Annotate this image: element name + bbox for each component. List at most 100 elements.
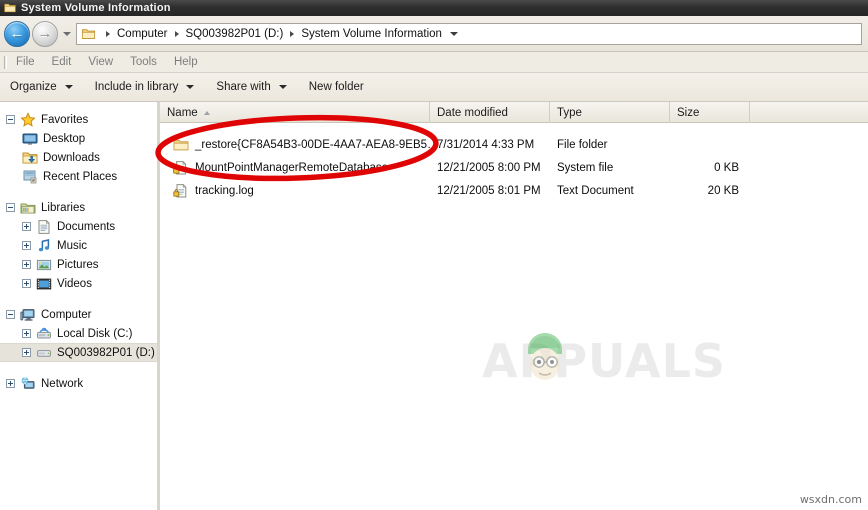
file-name-cell: _restore{CF8A54B3-00DE-4AA7-AEA8-9EB5… — [160, 137, 430, 153]
sidebar-label: Desktop — [43, 132, 86, 145]
menu-item-tools[interactable]: Tools — [130, 55, 168, 69]
sidebar-label: Music — [57, 239, 88, 252]
explorer-body: Favorites Desktop Downloads Recent Place… — [0, 102, 868, 510]
file-name-label: MountPointManagerRemoteDatabase — [195, 162, 389, 174]
menu-item-edit[interactable]: Edit — [52, 55, 83, 69]
file-type-cell: File folder — [557, 139, 608, 151]
sidebar-label: SQ003982P01 (D:) — [57, 346, 155, 359]
column-header-filler — [750, 102, 867, 123]
sidebar-item-local-disk-c[interactable]: Local Disk (C:) — [0, 324, 157, 343]
file-name-label: _restore{CF8A54B3-00DE-4AA7-AEA8-9EB5… — [195, 139, 430, 151]
collapse-expander-icon[interactable] — [6, 115, 15, 124]
file-name-cell: MountPointManagerRemoteDatabase — [160, 160, 430, 176]
sidebar-item-libraries[interactable]: Libraries — [0, 198, 157, 217]
sidebar-item-music[interactable]: Music — [0, 236, 157, 255]
organize-label: Organize — [10, 81, 57, 93]
star-icon — [20, 111, 36, 128]
include-in-library-button[interactable]: Include in library — [95, 81, 195, 93]
table-row[interactable]: _restore{CF8A54B3-00DE-4AA7-AEA8-9EB5… 7… — [160, 134, 868, 156]
table-row[interactable]: tracking.log 12/21/2005 8:01 PM Text Doc… — [160, 180, 868, 202]
network-icon — [20, 376, 36, 392]
expand-expander-icon[interactable] — [6, 379, 15, 388]
sidebar-label: Pictures — [57, 258, 99, 271]
sort-ascending-icon — [203, 110, 210, 115]
organize-button[interactable]: Organize — [10, 81, 73, 93]
menu-item-file[interactable]: File — [16, 55, 46, 69]
column-header-size[interactable]: Size — [670, 102, 750, 123]
breadcrumb-separator-icon[interactable] — [106, 30, 110, 37]
back-button[interactable]: ← — [4, 20, 30, 47]
expand-expander-icon[interactable] — [22, 222, 31, 231]
drive-icon — [36, 345, 52, 361]
column-header-date-modified[interactable]: Date modified — [430, 102, 550, 123]
pictures-library-icon — [36, 257, 52, 273]
watermark-text: APPUALS — [482, 334, 727, 388]
file-date-cell: 12/21/2005 8:01 PM — [437, 185, 541, 197]
breadcrumb-item-computer[interactable]: Computer — [117, 28, 168, 40]
system-drive-icon — [36, 326, 52, 342]
new-folder-label: New folder — [308, 81, 364, 93]
breadcrumb-separator-icon[interactable] — [174, 30, 179, 37]
sidebar-item-desktop[interactable]: Desktop — [0, 129, 157, 148]
mascot-icon — [528, 333, 562, 380]
collapse-expander-icon[interactable] — [6, 203, 15, 212]
column-header-size-label: Size — [677, 106, 700, 119]
share-with-label: Share with — [216, 81, 271, 93]
breadcrumb-item-folder[interactable]: System Volume Information — [301, 28, 442, 40]
file-list-pane: Name Date modified Type Size _restore{CF… — [160, 102, 868, 510]
sidebar-item-drive-d[interactable]: SQ003982P01 (D:) — [0, 343, 157, 362]
sidebar-item-documents[interactable]: Documents — [0, 217, 157, 236]
include-in-library-label: Include in library — [94, 81, 179, 93]
menu-grip-handle[interactable] — [4, 55, 7, 69]
source-credit: wsxdn.com — [799, 493, 862, 506]
sidebar-label: Local Disk (C:) — [57, 327, 133, 340]
recent-places-icon — [22, 169, 38, 185]
window-title: System Volume Information — [21, 2, 171, 14]
expand-expander-icon[interactable] — [22, 241, 31, 250]
sidebar-label: Downloads — [43, 151, 100, 164]
breadcrumb-item-drive[interactable]: SQ003982P01 (D:) — [186, 28, 284, 40]
folder-icon — [173, 137, 189, 153]
menu-item-help[interactable]: Help — [174, 55, 209, 69]
breadcrumb[interactable]: Computer SQ003982P01 (D:) System Volume … — [76, 22, 862, 45]
breadcrumb-separator-icon[interactable] — [290, 30, 295, 37]
expand-expander-icon[interactable] — [22, 260, 31, 269]
column-header-name[interactable]: Name — [160, 102, 430, 123]
title-bar: System Volume Information — [0, 0, 868, 16]
expand-expander-icon[interactable] — [22, 348, 31, 357]
sidebar-item-network[interactable]: Network — [0, 374, 157, 393]
menu-bar: File Edit View Tools Help — [0, 52, 868, 73]
watermark: APPUALS — [482, 330, 725, 392]
breadcrumb-chevron-down-icon[interactable] — [449, 31, 458, 36]
expand-expander-icon[interactable] — [22, 329, 31, 338]
menu-item-view[interactable]: View — [88, 55, 124, 69]
explorer-window: System Volume Information ← → Computer S… — [0, 0, 868, 510]
desktop-icon — [22, 131, 38, 147]
column-header-type[interactable]: Type — [550, 102, 670, 123]
music-library-icon — [36, 238, 52, 254]
table-row[interactable]: MountPointManagerRemoteDatabase 12/21/20… — [160, 157, 868, 179]
sidebar-item-pictures[interactable]: Pictures — [0, 255, 157, 274]
sidebar-item-recent-places[interactable]: Recent Places — [0, 167, 157, 186]
folder-icon — [81, 27, 96, 41]
expand-expander-icon[interactable] — [22, 279, 31, 288]
new-folder-button[interactable]: New folder — [309, 81, 364, 93]
recent-pages-chevron-down-icon[interactable] — [63, 31, 71, 36]
forward-button[interactable]: → — [32, 20, 58, 47]
sidebar-item-favorites[interactable]: Favorites — [0, 110, 157, 129]
sidebar-item-videos[interactable]: Videos — [0, 274, 157, 293]
collapse-expander-icon[interactable] — [6, 310, 15, 319]
sidebar-label: Favorites — [41, 113, 89, 126]
sidebar-item-downloads[interactable]: Downloads — [0, 148, 157, 167]
file-date-cell: 7/31/2014 4:33 PM — [437, 139, 535, 151]
sidebar-item-computer[interactable]: Computer — [0, 305, 157, 324]
documents-library-icon — [36, 219, 52, 235]
share-with-button[interactable]: Share with — [216, 81, 287, 93]
computer-icon — [20, 307, 36, 323]
file-size-cell: 20 KB — [707, 185, 739, 197]
column-header-name-label: Name — [167, 106, 198, 119]
back-arrow-icon: ← — [9, 25, 25, 42]
file-date-cell: 12/21/2005 8:00 PM — [437, 162, 541, 174]
sidebar-label: Recent Places — [43, 170, 118, 183]
